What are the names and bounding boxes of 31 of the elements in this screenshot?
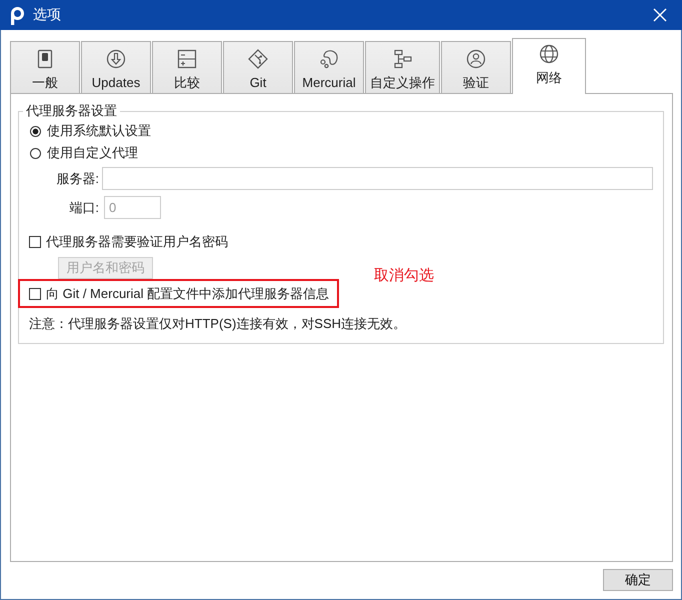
branch-diamond-icon xyxy=(248,49,268,69)
field-label: 端口: xyxy=(68,198,99,216)
checkbox[interactable] xyxy=(29,236,41,248)
logo-icon xyxy=(10,6,24,24)
blob-icon xyxy=(319,49,339,69)
close-icon xyxy=(653,8,667,22)
annotation-text: 取消勾选 xyxy=(374,266,434,285)
globe-icon xyxy=(539,44,559,64)
tab[interactable]: 网络 xyxy=(512,38,586,94)
user-circle-icon xyxy=(466,49,486,69)
tab[interactable]: Mercurial xyxy=(294,41,364,93)
field-label: 服务器: xyxy=(55,170,99,188)
toggle-switch-icon xyxy=(35,49,55,69)
flowchart-icon xyxy=(392,49,412,69)
group-title: 代理服务器设置 xyxy=(25,103,118,119)
tab[interactable]: 比较 xyxy=(152,41,222,93)
tab[interactable]: 一般 xyxy=(10,41,80,93)
download-icon xyxy=(106,49,126,69)
radio-option[interactable]: 使用系统默认设置 xyxy=(29,120,151,142)
tab[interactable]: Git xyxy=(223,41,293,93)
radio-option[interactable]: 使用自定义代理 xyxy=(29,142,138,164)
checkbox-option[interactable]: 代理服务器需要验证用户名密码 xyxy=(29,231,228,253)
checkbox[interactable] xyxy=(29,288,41,300)
ok-button[interactable]: 确定 xyxy=(603,569,673,591)
tab[interactable]: 验证 xyxy=(441,41,511,93)
window-title: 选项 xyxy=(33,6,61,24)
checkbox-option[interactable]: 向 Git / Mercurial 配置文件中添加代理服务器信息 xyxy=(29,282,330,304)
diff-icon xyxy=(177,49,197,69)
note-text: 注意：代理服务器设置仅对HTTP(S)连接有效，对SSH连接无效。 xyxy=(29,315,407,333)
tab[interactable]: 自定义操作 xyxy=(365,41,440,93)
tab[interactable]: Updates xyxy=(81,41,151,93)
